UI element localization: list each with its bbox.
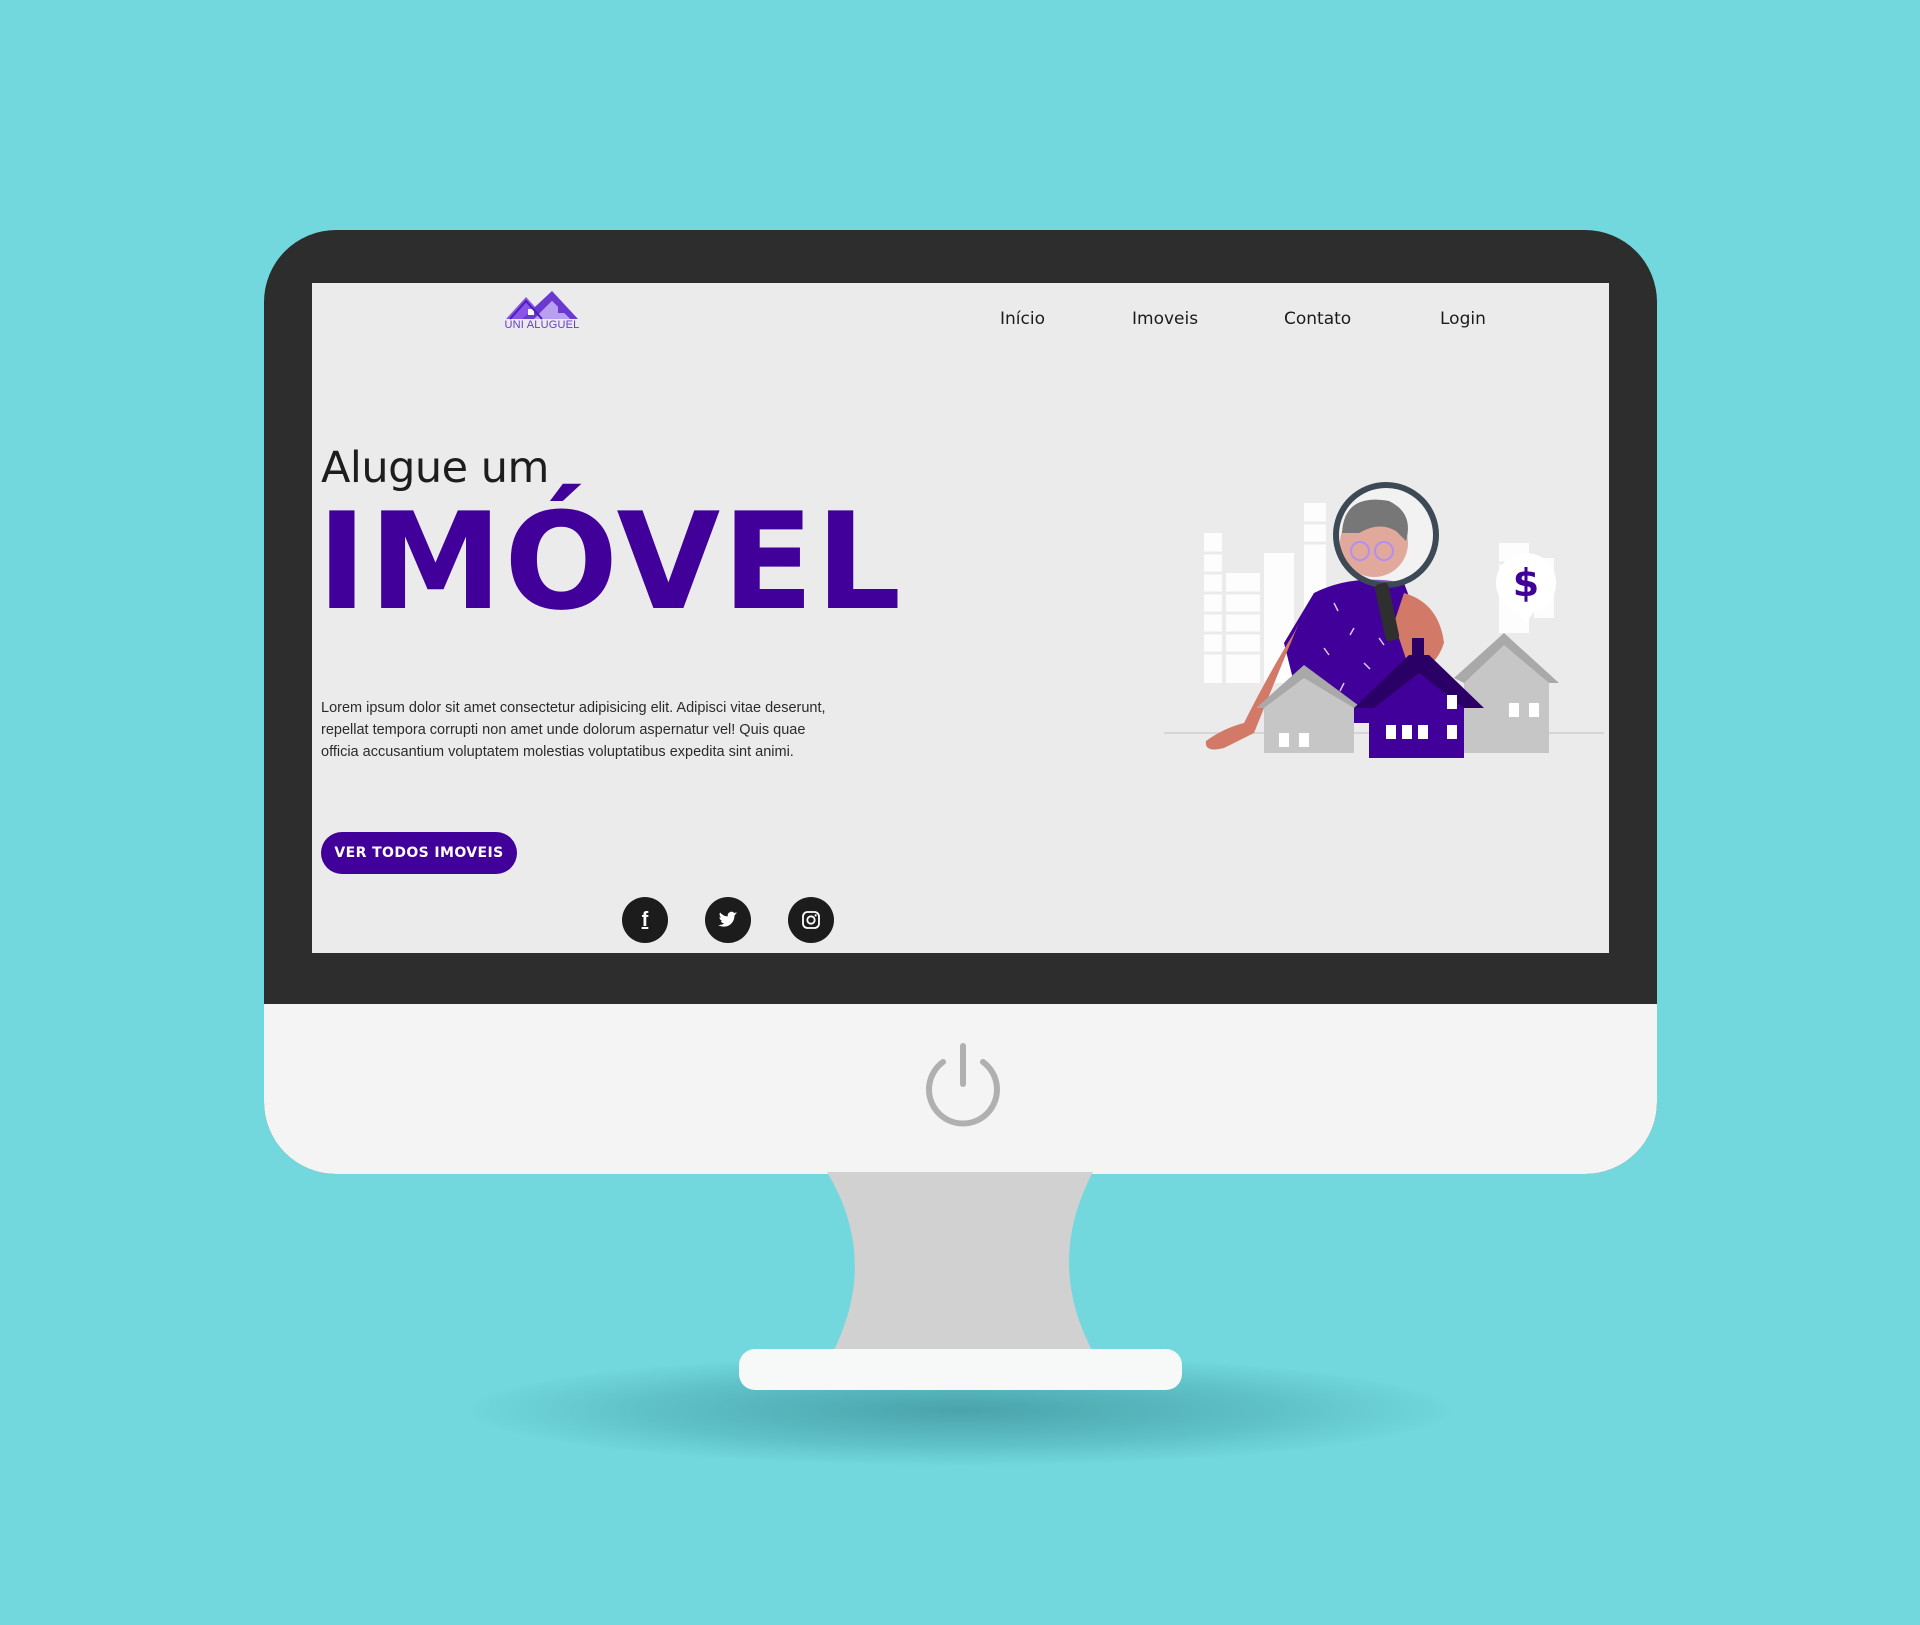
nav-item-contato[interactable]: Contato — [1284, 309, 1351, 329]
instagram-link[interactable] — [788, 897, 834, 943]
house-search-illustration: $ — [1164, 482, 1604, 758]
power-icon — [926, 1043, 1000, 1127]
instagram-icon — [802, 911, 820, 929]
facebook-link[interactable]: f — [622, 897, 668, 943]
view-all-properties-button[interactable]: VER TODOS IMOVEIS — [321, 832, 517, 874]
facebook-icon: f — [641, 908, 649, 931]
nav-item-imoveis[interactable]: Imoveis — [1132, 309, 1198, 329]
website-screen: UNI ALUGUEL Início Imoveis Contato Login… — [312, 283, 1609, 953]
main-nav: Início Imoveis Contato Login — [312, 309, 1609, 339]
twitter-icon — [718, 911, 738, 927]
nav-item-login[interactable]: Login — [1440, 309, 1486, 329]
nav-item-inicio[interactable]: Início — [1000, 309, 1045, 329]
monitor-stand-neck — [827, 1172, 1093, 1352]
dollar-badge: $ — [1513, 561, 1539, 605]
twitter-link[interactable] — [705, 897, 751, 943]
hero-description: Lorem ipsum dolor sit amet consectetur a… — [321, 700, 826, 760]
monitor-stand-base — [739, 1349, 1182, 1390]
hero-title: IMÓVEL — [317, 484, 904, 640]
